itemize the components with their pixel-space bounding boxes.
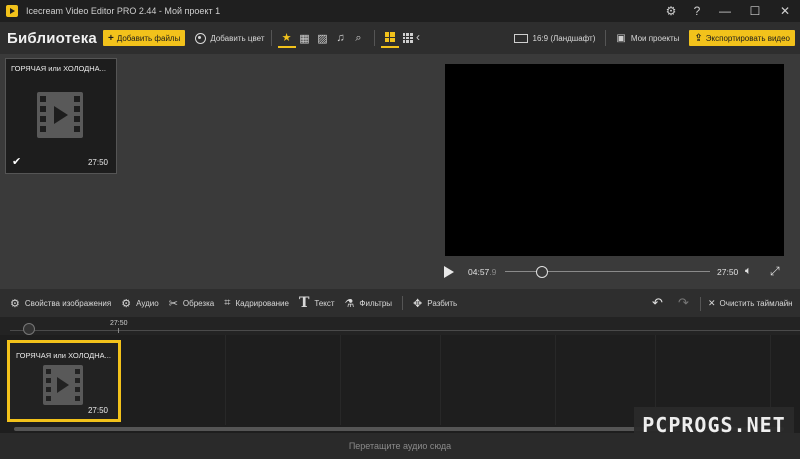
clear-timeline-label: Очистить таймлайн [719, 299, 793, 308]
clear-timeline-button[interactable]: ✕ Очистить таймлайн [708, 298, 793, 309]
seek-handle[interactable] [535, 266, 548, 278]
film-icon [37, 92, 83, 138]
audio-label: Аудио [136, 298, 159, 308]
search-icon[interactable]: ⌕ [350, 28, 368, 48]
video-preview[interactable] [445, 64, 784, 256]
music-filter-icon[interactable]: ♫ [332, 28, 350, 48]
crop-label: Кадрирование [235, 298, 289, 308]
aspect-ratio-button[interactable]: 16:9 (Ландшафт) [513, 33, 596, 43]
add-files-label: Добавить файлы [116, 33, 181, 43]
divider [605, 30, 607, 46]
filter-icon: ⚗ [344, 297, 355, 310]
current-time-fraction: .9 [489, 267, 497, 277]
close-button[interactable]: ✕ [770, 0, 800, 22]
text-label: Текст [314, 298, 335, 308]
export-video-label: Экспортировать видео [705, 33, 790, 43]
ruler-line [10, 330, 800, 331]
play-icon[interactable] [444, 266, 454, 278]
player-panel: 04:57.9 27:50 🔈︎ ⤢ [430, 54, 800, 289]
timeline-clip-title: ГОРЯЧАЯ или ХОЛОДНА... [16, 351, 111, 360]
crop-button[interactable]: ⌗ Кадрирование [224, 297, 289, 310]
app-logo-icon [6, 5, 18, 17]
timeline-clip-duration: 27:50 [87, 406, 108, 415]
current-time: 04:57 [468, 267, 490, 277]
split-icon: ✥ [413, 297, 423, 310]
timeline-clip[interactable]: ГОРЯЧАЯ или ХОЛОДНА... 27:50 [7, 340, 121, 422]
audio-button[interactable]: ⚙ Аудио [121, 297, 158, 310]
ruler-time-label: 27:50 [110, 320, 128, 327]
library-header: Библиотека + Добавить файлы Добавить цве… [0, 22, 430, 54]
close-icon: ✕ [708, 298, 716, 308]
library-title: Библиотека [7, 29, 97, 47]
question-icon[interactable]: ? [684, 0, 710, 22]
track-gridline [555, 335, 556, 425]
clip-title: ГОРЯЧАЯ или ХОЛОДНА... [11, 64, 106, 73]
gear-icon[interactable]: ⚙ [658, 0, 684, 22]
film-icon [43, 365, 83, 405]
projects-icon: ▣ [616, 32, 626, 44]
clip-duration: 27:50 [87, 158, 108, 167]
add-color-label: Добавить цвет [210, 33, 265, 43]
scissors-icon: ✂ [168, 297, 178, 310]
filters-button[interactable]: ⚗ Фильтры [345, 297, 393, 310]
track-gridline [225, 335, 226, 425]
title-bar: Icecream Video Editor PRO 2.44 - Мой про… [0, 0, 800, 22]
audio-drop-hint: Перетащите аудио сюда [348, 441, 452, 451]
text-icon: T [298, 295, 310, 311]
crop-icon: ⌗ [224, 296, 231, 309]
library-clip[interactable]: ГОРЯЧАЯ или ХОЛОДНА... ✔ 27:50 [5, 58, 117, 174]
redo-icon[interactable]: ↷ [678, 295, 689, 311]
export-icon: ⇪ [694, 32, 703, 44]
split-label: Разбить [427, 298, 458, 308]
divider [373, 30, 375, 46]
timeline-ruler[interactable]: 27:50 [0, 317, 800, 335]
split-button[interactable]: ✥ Разбить [413, 297, 457, 310]
my-projects-label: Мои проекты [630, 33, 680, 43]
divider [402, 296, 404, 310]
trim-label: Обрезка [182, 298, 215, 308]
plus-icon: + [107, 32, 114, 44]
divider [700, 297, 701, 311]
image-filter-icon[interactable]: ▨ [314, 28, 332, 48]
text-button[interactable]: T Текст [299, 295, 335, 311]
settings-icon: ⚙ [10, 297, 20, 310]
total-time: 27:50 [717, 267, 739, 277]
my-projects-button[interactable]: ▣ Мои проекты [616, 33, 679, 44]
palette-icon [195, 32, 207, 44]
trim-button[interactable]: ✂ Обрезка [169, 297, 215, 310]
undo-icon[interactable]: ↶ [652, 295, 663, 311]
checkmark-icon: ✔ [12, 156, 22, 168]
window-controls: ⚙ ? — ☐ ✕ [658, 0, 800, 22]
player-header: 16:9 (Ландшафт) ▣ Мои проекты ⇪ Экспорти… [430, 22, 800, 54]
add-color-button[interactable]: Добавить цвет [195, 32, 265, 44]
maximize-button[interactable]: ☐ [740, 0, 770, 22]
divider [270, 30, 272, 46]
track-gridline [440, 335, 441, 425]
minimize-button[interactable]: — [710, 0, 740, 22]
add-files-button[interactable]: + Добавить файлы [102, 30, 186, 46]
image-properties-button[interactable]: ⚙ Свойства изображения [10, 297, 111, 310]
volume-icon[interactable]: 🔈︎ [745, 265, 752, 278]
watermark: PCPROGS.NET [634, 407, 794, 443]
aspect-ratio-label: 16:9 (Ландшафт) [532, 33, 596, 43]
track-gridline [340, 335, 341, 425]
playhead-handle[interactable] [23, 323, 35, 335]
filters-label: Фильтры [359, 298, 393, 308]
fullscreen-icon[interactable]: ⤢ [770, 264, 780, 279]
star-filter-icon[interactable]: ★ [277, 28, 296, 48]
collapse-panel-icon[interactable]: ‹ [416, 30, 420, 44]
video-filter-icon[interactable]: ▦ [296, 28, 314, 48]
large-grid-view-icon[interactable] [380, 28, 399, 48]
audio-settings-icon: ⚙ [121, 297, 132, 310]
export-video-button[interactable]: ⇪ Экспортировать видео [689, 30, 795, 46]
window-title: Icecream Video Editor PRO 2.44 - Мой про… [26, 6, 221, 16]
aspect-ratio-icon [513, 33, 528, 43]
small-grid-view-icon[interactable] [399, 28, 417, 48]
player-controls: 04:57.9 27:50 🔈︎ ⤢ [430, 261, 800, 283]
library-panel: ГОРЯЧАЯ или ХОЛОДНА... ✔ 27:50 [0, 54, 430, 289]
image-properties-label: Свойства изображения [24, 298, 112, 308]
ruler-tick [118, 328, 119, 333]
edit-toolbar: ⚙ Свойства изображения ⚙ Аудио ✂ Обрезка… [0, 289, 800, 317]
